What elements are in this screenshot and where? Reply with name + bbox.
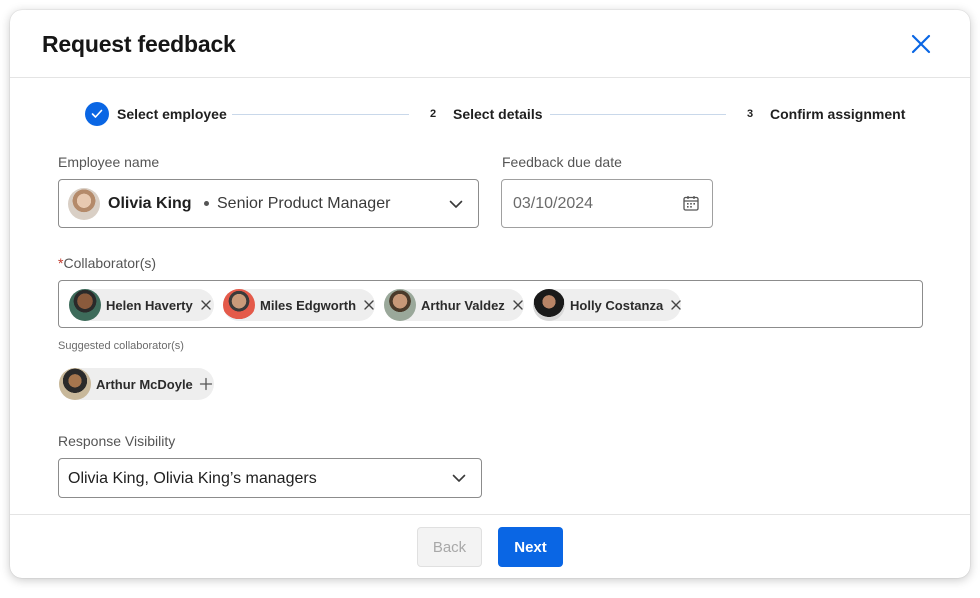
back-button[interactable]: Back [417, 527, 482, 567]
remove-icon[interactable] [511, 298, 525, 312]
progress-stepper: Select employee 2 Select details 3 Confi… [10, 78, 970, 150]
dialog-title: Request feedback [42, 31, 236, 57]
step-select-details: 2 Select details [421, 102, 543, 126]
avatar [533, 289, 565, 321]
step-confirm-assignment: 3 Confirm assignment [738, 102, 905, 126]
due-date-value: 03/10/2024 [513, 195, 594, 212]
collaborator-chip: Helen Haverty [69, 289, 214, 321]
remove-icon[interactable] [362, 298, 376, 312]
dialog-footer: Back Next [10, 514, 970, 578]
employee-name-label: Employee name [58, 154, 160, 170]
step-number: 3 [746, 108, 754, 120]
avatar [68, 188, 100, 220]
remove-icon[interactable] [669, 298, 683, 312]
response-visibility-label: Response Visibility [58, 433, 176, 449]
collaborator-name: Holly Costanza [570, 297, 664, 313]
suggested-collaborator-chip[interactable]: Arthur McDoyle [59, 368, 214, 400]
step-label: Select details [453, 106, 543, 122]
employee-select[interactable]: Olivia King Senior Product Manager [58, 179, 479, 228]
chevron-down-icon [452, 474, 466, 482]
add-icon[interactable] [199, 377, 213, 391]
collaborator-name: Arthur Valdez [421, 297, 505, 313]
suggested-collaborators-label: Suggested collaborator(s) [58, 340, 184, 352]
dialog-header: Request feedback [10, 10, 970, 78]
close-icon[interactable] [910, 33, 932, 55]
collaborators-input[interactable]: Helen Haverty Miles Edgworth Arthur Vald… [58, 280, 923, 328]
request-feedback-dialog: Request feedback Select employee 2 Selec… [10, 10, 970, 578]
response-visibility-value: Olivia King, Olivia King’s managers [68, 470, 317, 487]
calendar-icon[interactable] [682, 194, 700, 212]
collaborator-name: Miles Edgworth [260, 297, 357, 313]
employee-role: Senior Product Manager [217, 195, 391, 212]
step-connector [550, 114, 726, 115]
step-label: Select employee [117, 106, 227, 122]
collaborator-chip: Miles Edgworth [223, 289, 375, 321]
step-connector [232, 114, 409, 115]
step-select-employee: Select employee [85, 102, 227, 126]
collaborators-label: *Collaborator(s) [58, 255, 157, 271]
next-button[interactable]: Next [498, 527, 563, 567]
collaborator-chip: Arthur Valdez [384, 289, 524, 321]
chevron-down-icon [449, 200, 463, 208]
avatar [69, 289, 101, 321]
due-date-label: Feedback due date [502, 154, 622, 170]
employee-name: Olivia King [108, 195, 192, 212]
collaborator-chip: Holly Costanza [533, 289, 681, 321]
check-icon [85, 102, 109, 126]
step-label: Confirm assignment [770, 106, 906, 122]
response-visibility-select[interactable]: Olivia King, Olivia King’s managers [58, 458, 482, 498]
avatar [384, 289, 416, 321]
separator-dot [204, 201, 209, 206]
step-number: 2 [429, 108, 437, 120]
avatar [223, 289, 255, 321]
due-date-input[interactable]: 03/10/2024 [501, 179, 713, 228]
avatar [59, 368, 91, 400]
remove-icon[interactable] [199, 298, 213, 312]
collaborator-name: Arthur McDoyle [96, 376, 193, 392]
collaborator-name: Helen Haverty [106, 297, 193, 313]
